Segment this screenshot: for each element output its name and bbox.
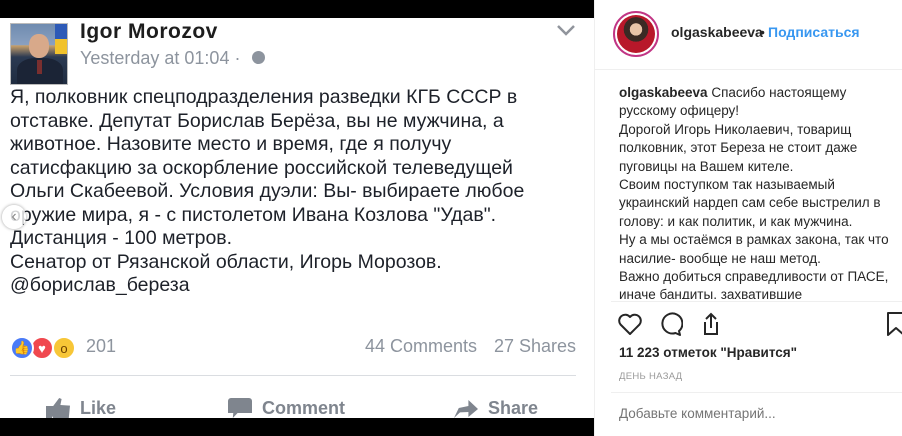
author-name: Igor Morozov [80,20,218,43]
comment-bubble-icon [228,398,252,418]
reactions-count: 201 [86,336,117,356]
post-side-panel: olgaskabeeva • Подписаться olgaskabeeva … [594,0,902,436]
comment-icon[interactable] [657,312,683,336]
heart-icon[interactable] [617,312,643,336]
post-body: Я, полковник спецподразделения разведки … [10,86,525,296]
post-caption: olgaskabeeva Спасибо настоящему русскому… [619,84,891,299]
caption-username[interactable]: olgaskabeeva [619,85,708,100]
fb-comment-action: Comment [228,396,345,420]
follow-button[interactable]: Подписаться [768,24,860,40]
facebook-post-screenshot: Igor Morozov Yesterday at 01:04 · Я, пол… [0,18,594,418]
fb-comment-label: Comment [262,397,346,418]
fb-share-label: Share [488,397,539,418]
bookmark-icon[interactable] [883,312,902,336]
shares-count: 27 Shares [494,336,577,356]
author-avatar [10,23,68,85]
divider [10,375,576,376]
comment-input[interactable] [619,406,879,421]
like-reaction-icon: 👍 [10,336,34,360]
wow-reaction-icon: o [52,336,76,360]
post-date: ДЕНЬ НАЗАД [619,371,683,382]
caption-text: Спасибо настоящему русскому офицеру! Дор… [619,85,889,299]
profile-username[interactable]: olgaskabeeva [671,24,763,40]
post-photo: Igor Morozov Yesterday at 01:04 · Я, пол… [0,0,594,436]
post-header: olgaskabeeva • Подписаться [595,0,902,70]
share-arrow-icon [454,400,478,418]
share-icon[interactable] [697,312,723,336]
divider [611,301,902,302]
thumbs-up-icon [46,398,70,418]
fb-like-label: Like [80,397,117,418]
fb-share-action: Share [454,396,538,420]
likes-count[interactable]: 11 223 отметок "Нравится" [619,345,797,360]
comments-count: 44 Comments [365,336,478,356]
profile-avatar[interactable] [613,11,659,57]
fb-like-action: Like [46,396,116,420]
globe-icon [252,51,265,64]
chevron-down-icon [557,25,575,36]
separator-dot: • [760,24,765,40]
post-timestamp: Yesterday at 01:04 · [80,48,241,68]
divider [611,392,902,393]
previous-image-button[interactable]: ‹ [2,205,26,229]
